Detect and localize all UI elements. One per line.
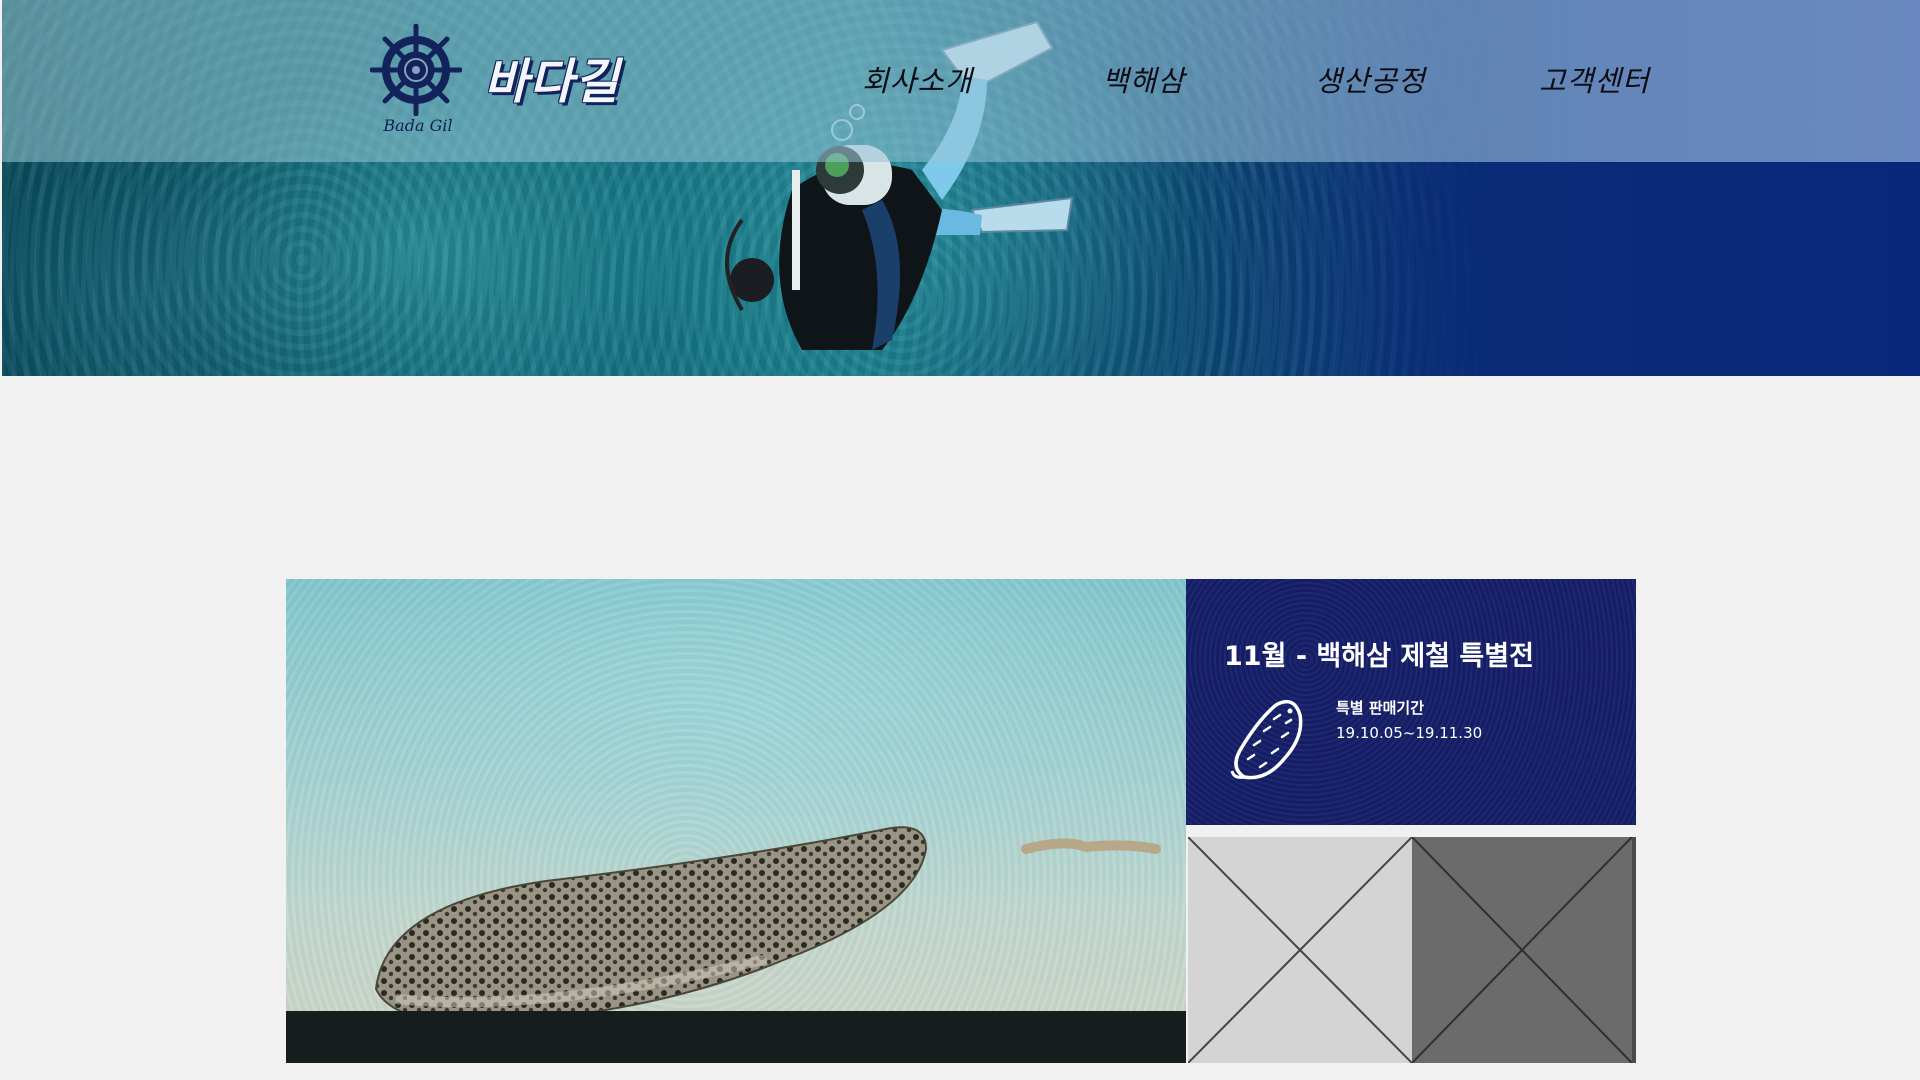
promo-card[interactable]: 11월 - 백해삼 제철 특별전 특별 판매기간 19.10.05~19.11.… bbox=[1186, 579, 1636, 825]
placeholder-cross-icon bbox=[1412, 837, 1632, 1063]
brand-subtitle: Bada Gil bbox=[383, 116, 453, 135]
image-placeholder-dark[interactable] bbox=[1412, 837, 1636, 1063]
nav-item-support[interactable]: 고객센터 bbox=[1539, 58, 1650, 100]
sea-cucumber-icon bbox=[1230, 699, 1303, 780]
image-placeholder-light[interactable] bbox=[1188, 837, 1412, 1063]
nav-item-company[interactable]: 회사소개 bbox=[862, 58, 973, 100]
hero-banner: Bada Gil 바다길 회사소개 백해삼 생산공정 고객센터 bbox=[2, 0, 1920, 376]
nav-item-sea-cucumber[interactable]: 백해삼 bbox=[1102, 58, 1185, 100]
promo-title: 11월 - 백해삼 제철 특별전 bbox=[1224, 641, 1534, 672]
promo-period-label: 특별 판매기간 bbox=[1336, 699, 1425, 717]
feature-image[interactable] bbox=[286, 579, 1186, 1063]
promo-period-dates: 19.10.05~19.11.30 bbox=[1336, 724, 1483, 742]
nav-item-process[interactable]: 생산공정 bbox=[1315, 58, 1426, 100]
main-nav: 회사소개 백해삼 생산공정 고객센터 bbox=[2, 58, 1920, 102]
placeholder-cross-icon bbox=[1188, 837, 1412, 1063]
feature-caption-bar bbox=[286, 1011, 1186, 1063]
